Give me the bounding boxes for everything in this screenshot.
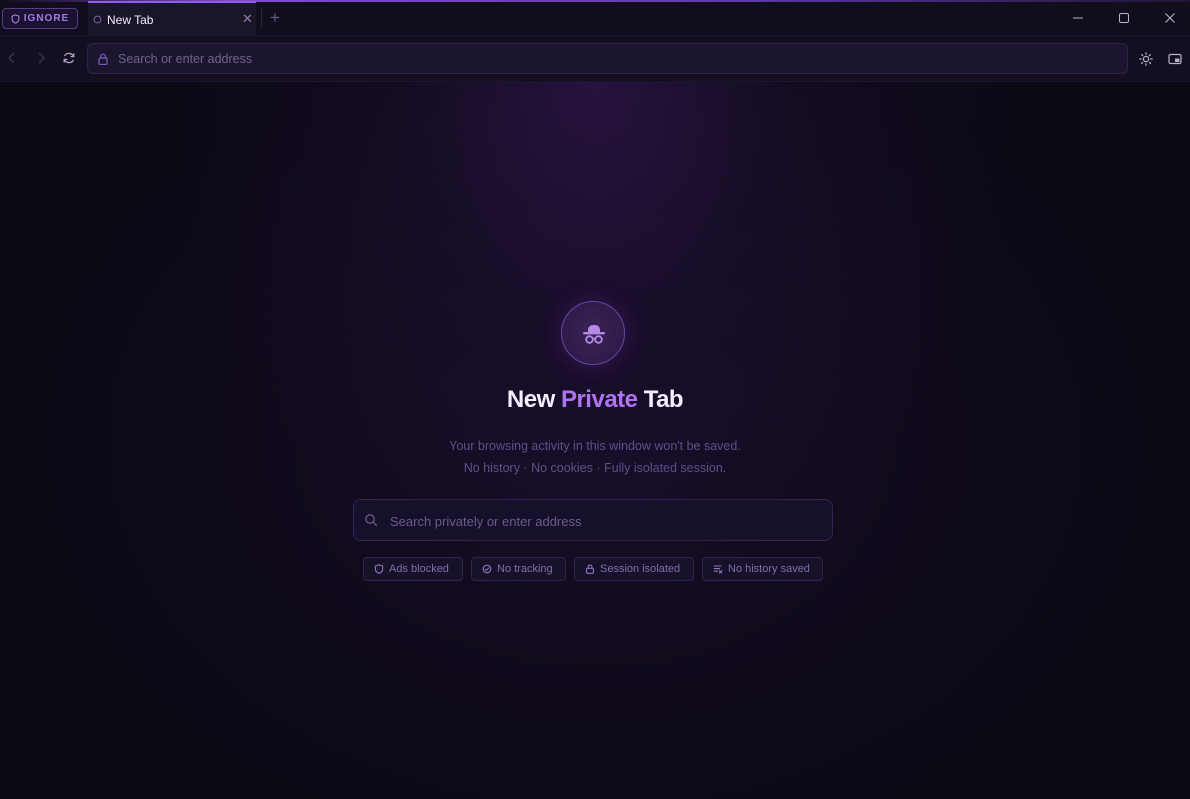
incognito-icon bbox=[583, 325, 605, 344]
tab-new-tab[interactable]: New Tab ✕ bbox=[88, 1, 256, 35]
forward-arrow-icon[interactable] bbox=[34, 51, 48, 65]
privacy-notice-line-2: No history · No cookies · Fully isolated… bbox=[463, 461, 727, 475]
maximize-button[interactable] bbox=[1101, 0, 1147, 35]
minimize-icon bbox=[1073, 17, 1083, 18]
feature-pill-label: Session isolated bbox=[600, 563, 681, 575]
tab-strip: IGNORE New Tab ✕ + bbox=[0, 0, 1190, 36]
page-title: New Private Tab bbox=[0, 386, 1190, 414]
private-search-box[interactable] bbox=[353, 499, 833, 541]
toolbar bbox=[0, 36, 1190, 82]
minimize-button[interactable] bbox=[1055, 0, 1101, 35]
private-mode-badge-label: IGNORE bbox=[23, 13, 70, 24]
feature-pill-label: No tracking bbox=[497, 563, 553, 575]
picture-in-picture-icon[interactable] bbox=[1168, 52, 1182, 66]
feature-pill-label: No history saved bbox=[728, 563, 810, 575]
new-tab-plus-icon[interactable]: + bbox=[270, 9, 280, 27]
tab-divider bbox=[261, 8, 262, 28]
new-private-tab-page: New Private Tab Your browsing activity i… bbox=[0, 82, 1190, 799]
privacy-notice-line-1: Your browsing activity in this window wo… bbox=[449, 439, 741, 453]
feature-pill-session-isolated: Session isolated bbox=[574, 557, 694, 581]
tab-close-icon[interactable]: ✕ bbox=[242, 12, 253, 26]
search-icon bbox=[365, 514, 378, 527]
title-accent: Private bbox=[560, 386, 638, 413]
feature-pill-label: Ads blocked bbox=[389, 563, 449, 575]
address-bar[interactable] bbox=[87, 43, 1128, 74]
list-icon bbox=[713, 565, 723, 574]
shield-icon bbox=[374, 564, 384, 574]
close-icon bbox=[1165, 12, 1175, 23]
no-tracking-icon bbox=[482, 564, 492, 574]
close-window-button[interactable] bbox=[1147, 0, 1190, 35]
lock-icon bbox=[586, 564, 594, 574]
back-arrow-icon[interactable] bbox=[5, 51, 19, 65]
lock-icon bbox=[98, 53, 108, 65]
feature-pill-ads-blocked: Ads blocked bbox=[363, 557, 463, 581]
incognito-badge bbox=[561, 301, 625, 365]
private-mode-badge[interactable]: IGNORE bbox=[2, 8, 78, 29]
tab-title: New Tab bbox=[107, 13, 154, 27]
tab-shield-icon bbox=[93, 15, 102, 24]
shield-icon bbox=[11, 13, 20, 24]
title-suffix: Tab bbox=[643, 386, 684, 413]
title-prefix: New bbox=[506, 386, 555, 413]
feature-pill-no-tracking: No tracking bbox=[471, 557, 566, 581]
address-input[interactable] bbox=[118, 50, 1098, 68]
reload-icon[interactable] bbox=[62, 51, 76, 65]
feature-pill-no-history: No history saved bbox=[702, 557, 823, 581]
private-search-input[interactable] bbox=[390, 511, 820, 531]
theme-toggle-sun-icon[interactable] bbox=[1139, 52, 1153, 66]
maximize-icon bbox=[1119, 12, 1129, 23]
